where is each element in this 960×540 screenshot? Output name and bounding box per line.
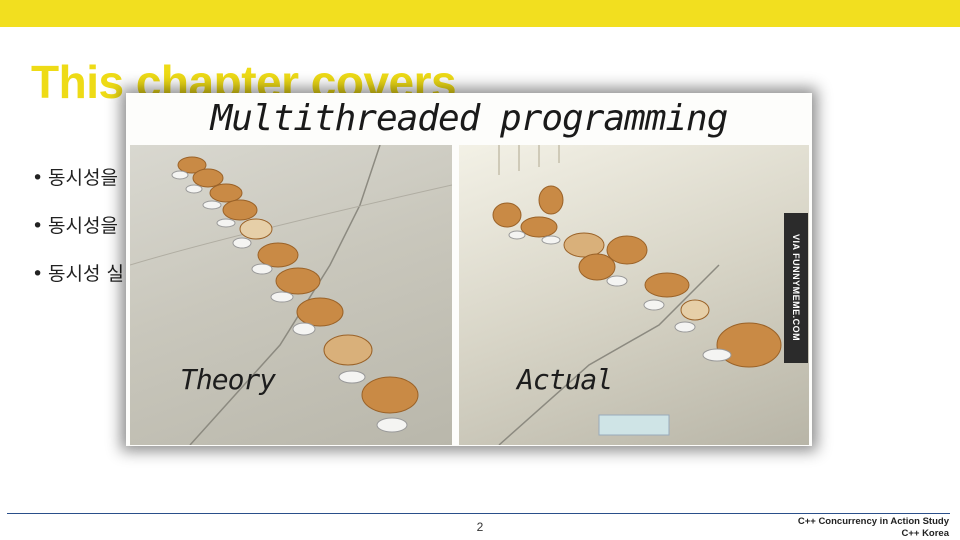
bullet-item: • 동시성 실 <box>32 256 124 304</box>
meme-caption: Multithreaded programming <box>210 98 729 139</box>
bullet-text: 동시성을 <box>48 167 118 189</box>
theory-puppies-illustration <box>130 145 452 445</box>
top-accent-bar <box>0 0 960 27</box>
footer-organization: C++ Korea <box>901 528 949 539</box>
actual-puppies-illustration <box>492 145 782 445</box>
footer-divider <box>7 513 950 514</box>
watermark: VIA FUNNYMEME.COM <box>784 213 808 363</box>
theory-panel: Theory <box>130 145 452 445</box>
footer-study-title: C++ Concurrency in Action Study <box>797 516 949 527</box>
bullet-marker: • <box>32 263 44 285</box>
actual-panel: Actual <box>459 145 809 445</box>
theory-label: Theory <box>180 363 276 396</box>
meme-image: Multithreaded programming Theory Actual … <box>126 93 812 446</box>
actual-label: Actual <box>517 363 613 396</box>
bullet-marker: • <box>32 167 44 189</box>
bullet-text: 동시성을 <box>48 215 118 237</box>
page-number: 2 <box>476 520 484 534</box>
bullet-item: • 동시성을 <box>32 160 124 208</box>
bullet-item: • 동시성을 <box>32 208 124 256</box>
bullet-text: 동시성 실 <box>48 263 124 285</box>
bullet-list: • 동시성을 • 동시성을 • 동시성 실 <box>32 160 124 304</box>
bullet-marker: • <box>32 215 44 237</box>
